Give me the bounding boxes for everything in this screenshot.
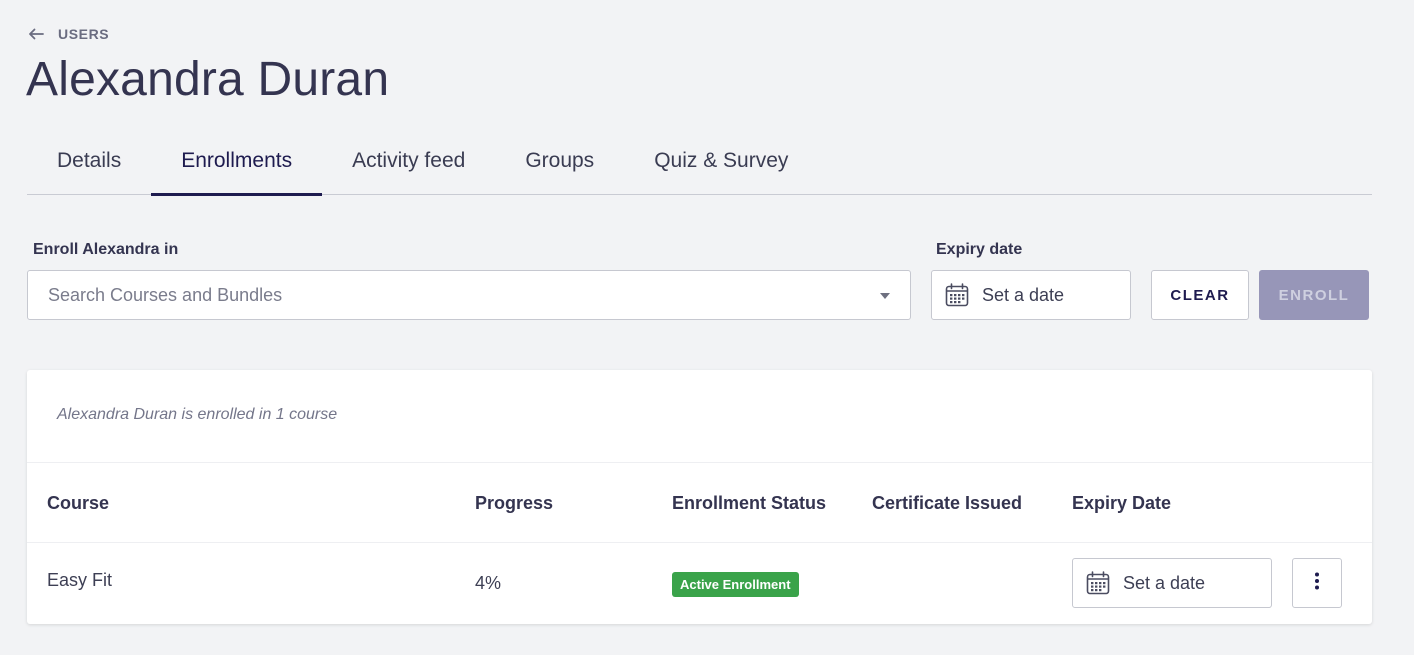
table-header-divider [27, 542, 1372, 543]
column-header-expiry-date: Expiry Date [1072, 493, 1172, 513]
expiry-date-label: Expiry date [936, 241, 1023, 258]
card-divider [27, 462, 1372, 463]
tab-bar: Details Enrollments Activity feed Groups… [27, 128, 1372, 196]
row-actions-button[interactable] [1292, 558, 1342, 608]
breadcrumb-label: USERS [58, 26, 110, 42]
status-badge: Active Enrollment [672, 572, 799, 597]
tab-quiz-survey[interactable]: Quiz & Survey [624, 128, 818, 194]
expiry-date-placeholder: Set a date [982, 284, 1065, 305]
caret-down-icon [880, 293, 890, 299]
calendar-icon [945, 283, 969, 307]
progress-value: 4% [475, 573, 502, 593]
expiry-date-input[interactable]: Set a date [931, 270, 1131, 320]
column-header-course: Course [47, 493, 110, 513]
calendar-icon [1086, 571, 1110, 595]
tab-details[interactable]: Details [27, 128, 151, 194]
clear-button[interactable]: CLEAR [1151, 270, 1249, 320]
row-expiry-date-input[interactable]: Set a date [1072, 558, 1272, 608]
column-header-enrollment-status: Enrollment Status [672, 493, 827, 513]
page-title: Alexandra Duran [26, 53, 390, 106]
enroll-label: Enroll Alexandra in [33, 241, 179, 258]
user-enrollments-page: USERS Alexandra Duran Details Enrollment… [0, 0, 1414, 655]
tab-enrollments[interactable]: Enrollments [151, 128, 322, 196]
course-search-placeholder: Search Courses and Bundles [48, 284, 283, 305]
breadcrumb[interactable]: USERS [28, 26, 109, 42]
column-header-progress: Progress [475, 493, 554, 513]
arrow-left-icon [28, 28, 44, 40]
column-header-certificate-issued: Certificate Issued [872, 493, 1023, 513]
course-name: Easy Fit [47, 570, 113, 590]
tab-groups[interactable]: Groups [495, 128, 624, 194]
row-expiry-date-placeholder: Set a date [1123, 572, 1206, 593]
course-search-select[interactable]: Search Courses and Bundles [27, 270, 911, 320]
enrollments-card: Alexandra Duran is enrolled in 1 course … [27, 370, 1372, 624]
enroll-button[interactable]: ENROLL [1259, 270, 1369, 320]
enrollment-summary: Alexandra Duran is enrolled in 1 course [57, 406, 338, 423]
tab-activity-feed[interactable]: Activity feed [322, 128, 495, 194]
more-vertical-icon [1314, 572, 1320, 595]
